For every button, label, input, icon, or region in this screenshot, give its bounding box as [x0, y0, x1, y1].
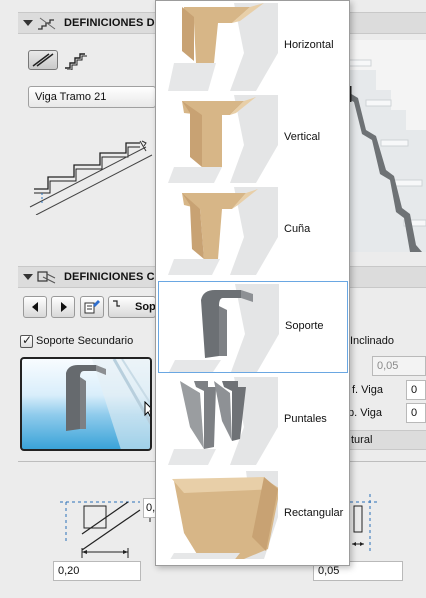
stair-steps-button[interactable]	[64, 52, 88, 71]
beam-height-label: p. Viga	[348, 407, 383, 419]
popup-item-horizontal-label: Horizontal	[284, 39, 334, 51]
popup-item-wedge[interactable]: Cuña	[158, 185, 348, 277]
popup-item-struts[interactable]: Puntales	[158, 375, 348, 467]
edit-button[interactable]	[80, 296, 104, 318]
struts-support-icon	[168, 377, 278, 465]
popup-item-bracket[interactable]: Soporte	[158, 281, 348, 373]
secondary-support-checkbox[interactable]	[20, 333, 33, 348]
horizontal-support-icon	[168, 3, 278, 91]
popup-item-vertical[interactable]: Vertical	[158, 93, 348, 185]
bracket-support-preview-icon	[66, 359, 150, 449]
popup-item-vertical-label: Vertical	[284, 131, 321, 143]
popup-item-bracket-label: Soporte	[285, 320, 324, 332]
popup-item-rectangular-label: Rectangular	[284, 507, 344, 519]
popup-item-wedge-label: Cuña	[284, 223, 311, 235]
beam-offset-label: f. Viga	[352, 384, 383, 396]
arrow-left-icon	[32, 302, 38, 312]
bracket-support-icon	[169, 284, 279, 372]
collapse-triangle-icon[interactable]	[23, 20, 33, 26]
rectangular-support-icon	[170, 471, 278, 559]
structural-section-bar[interactable]: tural	[350, 430, 426, 450]
arrow-right-icon	[61, 302, 67, 312]
profile-tab-label: Sop	[135, 301, 156, 313]
profile-icon	[113, 300, 120, 307]
inclined-value-field[interactable]: 0,05	[372, 356, 426, 376]
stringer-mode-button[interactable]	[28, 50, 58, 70]
stair-steps-icon	[65, 53, 87, 71]
wedge-support-icon	[168, 187, 278, 275]
vertical-support-icon	[168, 95, 278, 183]
stringer-width-diagram	[350, 494, 380, 552]
section-title-stair: DEFINICIONES DE	[64, 17, 163, 29]
popup-item-rectangular[interactable]: Rectangular	[158, 469, 348, 561]
inclined-label: Inclinado	[350, 335, 395, 347]
stringer-type-value: Viga Tramo 21	[35, 91, 107, 103]
profile-tab-button[interactable]: Sop	[108, 296, 156, 318]
support-settings-icon	[37, 271, 56, 284]
secondary-support-label: Soporte Secundario	[36, 335, 134, 347]
stair-3d-preview	[346, 40, 426, 252]
edit-list-icon	[84, 300, 100, 314]
mouse-cursor-icon	[144, 401, 150, 418]
stringer-icon	[32, 53, 54, 67]
popup-item-struts-label: Puntales	[284, 413, 327, 425]
popup-item-horizontal[interactable]: Horizontal	[158, 1, 348, 93]
beam-height-field[interactable]: 0	[406, 403, 426, 423]
stringer-section-diagram	[60, 501, 151, 558]
stair-settings-icon	[38, 17, 56, 30]
support-type-popup: Horizontal Vertical Cuña Soporte Puntale…	[155, 0, 350, 566]
support-type-selector[interactable]	[20, 357, 152, 451]
stringer-type-dropdown[interactable]: Viga Tramo 21	[28, 86, 156, 108]
collapse-triangle-icon[interactable]	[23, 274, 33, 280]
structural-section-label: tural	[351, 434, 373, 446]
beam-offset-field[interactable]: 0	[406, 380, 426, 400]
next-button[interactable]	[51, 296, 75, 318]
section-title-support: DEFINICIONES CO	[64, 271, 164, 283]
width-dimension-field[interactable]: 0,20	[53, 561, 141, 581]
stringer-profile-diagram	[29, 140, 153, 215]
previous-button[interactable]	[23, 296, 47, 318]
